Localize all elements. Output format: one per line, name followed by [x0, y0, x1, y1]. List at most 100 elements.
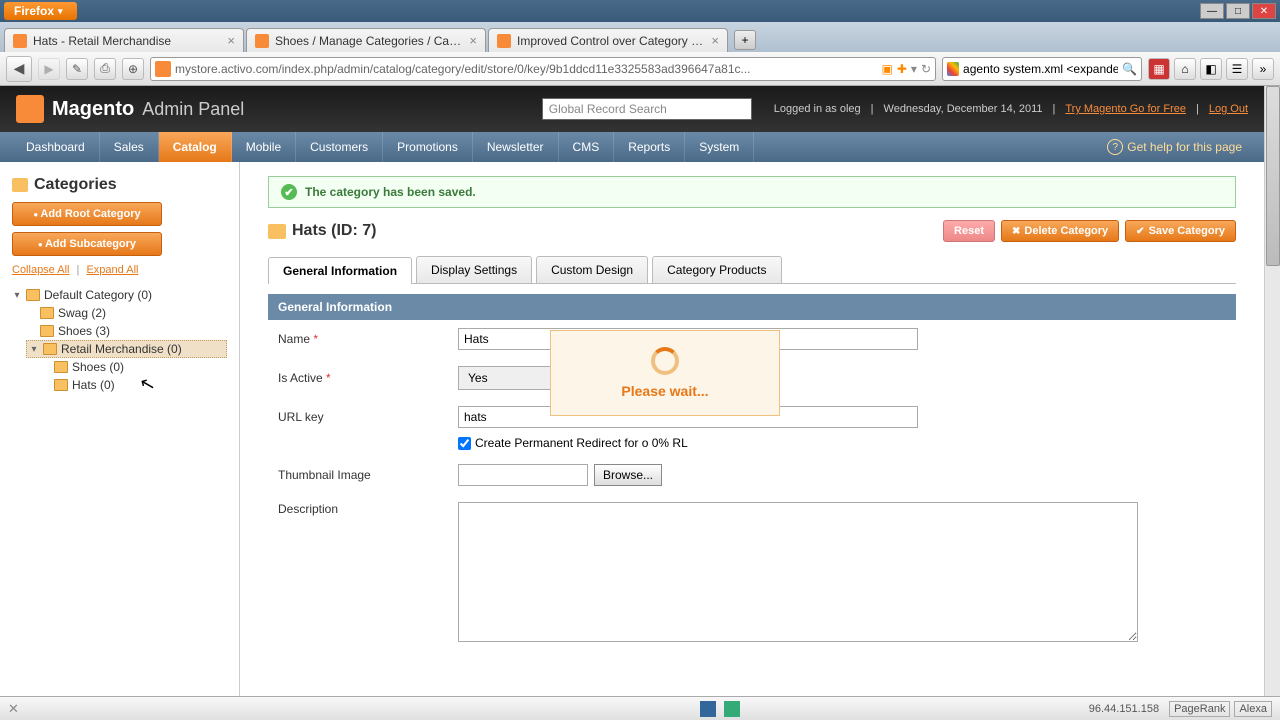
browser-tab[interactable]: Shoes / Manage Categories / Categor... ×: [246, 28, 486, 52]
menu-reports[interactable]: Reports: [614, 132, 685, 162]
menu-promotions[interactable]: Promotions: [383, 132, 473, 162]
tree-node-retail-merchandise[interactable]: ▾Retail Merchandise (0): [26, 340, 227, 358]
menu-customers[interactable]: Customers: [296, 132, 383, 162]
folder-icon: [12, 178, 28, 192]
scrollbar-thumb[interactable]: [1266, 86, 1280, 266]
tree-node-shoes-child[interactable]: Shoes (0): [40, 358, 227, 376]
print-icon[interactable]: ⎙: [94, 58, 116, 80]
folder-icon: [26, 289, 40, 301]
feed-icon[interactable]: ▣: [882, 62, 893, 76]
back-button[interactable]: ◀: [6, 56, 32, 82]
window-minimize-button[interactable]: —: [1200, 3, 1224, 19]
extension-icon[interactable]: ◧: [1200, 58, 1222, 80]
alexa-label[interactable]: Alexa: [1234, 701, 1272, 717]
menu-dashboard[interactable]: Dashboard: [12, 132, 100, 162]
menu-chevron-icon[interactable]: »: [1252, 58, 1274, 80]
browser-titlebar: Firefox — □ ✕: [0, 0, 1280, 22]
tab-general-information[interactable]: General Information: [268, 257, 412, 284]
firefox-menu-button[interactable]: Firefox: [4, 2, 77, 20]
spinner-icon: [651, 347, 679, 375]
add-root-category-button[interactable]: Add Root Category: [12, 202, 162, 226]
dropdown-icon[interactable]: ▾: [911, 62, 917, 76]
tab-label: Improved Control over Category URL ...: [517, 34, 705, 48]
tree-node-default[interactable]: ▾Default Category (0): [12, 286, 227, 304]
browser-navbar: ◀ ▶ ✎ ⎙ ⊕ ▣ ✚ ▾ ↻ 🔍 ▦ ⌂ ◧ ☰ »: [0, 52, 1280, 86]
menu-catalog[interactable]: Catalog: [159, 132, 232, 162]
thumbnail-input[interactable]: [458, 464, 588, 486]
bookmarks-icon[interactable]: ☰: [1226, 58, 1248, 80]
reset-button[interactable]: Reset: [943, 220, 995, 242]
success-message: The category has been saved.: [268, 176, 1236, 208]
bookmark-star-icon[interactable]: ✚: [897, 62, 907, 76]
permanent-redirect-checkbox[interactable]: [458, 437, 471, 450]
url-bar[interactable]: ▣ ✚ ▾ ↻: [150, 57, 936, 81]
window-close-button[interactable]: ✕: [1252, 3, 1276, 19]
menu-system[interactable]: System: [685, 132, 754, 162]
sidebar-title: Categories: [12, 176, 227, 194]
new-tab-button[interactable]: +: [734, 30, 756, 50]
tree-collapse-icon[interactable]: ▾: [12, 290, 22, 301]
url-input[interactable]: [175, 62, 878, 76]
help-link[interactable]: Get help for this page: [1097, 132, 1252, 162]
categories-sidebar: Categories Add Root Category Add Subcate…: [0, 162, 240, 696]
tab-close-icon[interactable]: ×: [469, 33, 477, 48]
folder-icon: [54, 379, 68, 391]
page-title: Hats (ID: 7): [292, 222, 376, 240]
status-indicator-icon[interactable]: [700, 701, 716, 717]
reload-icon[interactable]: ↻: [921, 62, 931, 76]
menu-mobile[interactable]: Mobile: [232, 132, 296, 162]
section-header: General Information: [268, 294, 1236, 320]
brand-name: Magento: [52, 98, 134, 121]
tree-collapse-icon[interactable]: ▾: [29, 344, 39, 355]
pagerank-label[interactable]: PageRank: [1169, 701, 1230, 717]
tree-node-shoes[interactable]: Shoes (3): [26, 322, 227, 340]
menu-cms[interactable]: CMS: [559, 132, 615, 162]
is-active-label: Is Active *: [278, 371, 458, 385]
tab-category-products[interactable]: Category Products: [652, 256, 781, 283]
delete-category-button[interactable]: Delete Category: [1001, 220, 1119, 242]
page-scrollbar[interactable]: [1264, 86, 1280, 696]
loading-text: Please wait...: [567, 383, 763, 399]
status-indicator-icon[interactable]: [724, 701, 740, 717]
search-bar[interactable]: 🔍: [942, 57, 1142, 81]
add-subcategory-button[interactable]: Add Subcategory: [12, 232, 162, 256]
tab-close-icon[interactable]: ×: [711, 33, 719, 48]
tab-custom-design[interactable]: Custom Design: [536, 256, 648, 283]
site-identity-icon[interactable]: [155, 61, 171, 77]
tree-node-swag[interactable]: Swag (2): [26, 304, 227, 322]
menu-newsletter[interactable]: Newsletter: [473, 132, 559, 162]
category-tree: ▾Default Category (0) Swag (2) Shoes (3)…: [12, 286, 227, 394]
divider: |: [1053, 103, 1056, 115]
menu-sales[interactable]: Sales: [100, 132, 159, 162]
highlight-icon[interactable]: ✎: [66, 58, 88, 80]
global-search-input[interactable]: [542, 98, 752, 120]
globe-icon[interactable]: ⊕: [122, 58, 144, 80]
folder-icon: [40, 307, 54, 319]
description-textarea[interactable]: [458, 502, 1138, 642]
forward-button[interactable]: ▶: [38, 58, 60, 80]
search-go-icon[interactable]: 🔍: [1122, 62, 1137, 76]
home-icon[interactable]: ⌂: [1174, 58, 1196, 80]
expand-all-link[interactable]: Expand All: [86, 264, 138, 276]
browser-tab[interactable]: Hats - Retail Merchandise ×: [4, 28, 244, 52]
save-category-button[interactable]: Save Category: [1125, 220, 1236, 242]
name-label: Name *: [278, 332, 458, 346]
favicon-icon: [497, 34, 511, 48]
search-input[interactable]: [963, 62, 1118, 76]
browse-button[interactable]: Browse...: [594, 464, 662, 486]
try-magento-link[interactable]: Try Magento Go for Free: [1065, 103, 1186, 115]
logout-link[interactable]: Log Out: [1209, 103, 1248, 115]
divider: |: [1196, 103, 1199, 115]
tree-node-hats[interactable]: Hats (0): [40, 376, 227, 394]
tab-close-icon[interactable]: ×: [227, 33, 235, 48]
statusbar-close-icon[interactable]: ✕: [8, 701, 19, 717]
magento-logo-icon: [16, 95, 44, 123]
tab-display-settings[interactable]: Display Settings: [416, 256, 532, 283]
browser-statusbar: ✕ 96.44.151.158 PageRank Alexa: [0, 696, 1280, 720]
browser-tab[interactable]: Improved Control over Category URL ... ×: [488, 28, 728, 52]
divider: |: [77, 264, 80, 276]
window-maximize-button[interactable]: □: [1226, 3, 1250, 19]
adblock-icon[interactable]: ▦: [1148, 58, 1170, 80]
search-engine-icon[interactable]: [947, 62, 959, 76]
collapse-all-link[interactable]: Collapse All: [12, 264, 69, 276]
